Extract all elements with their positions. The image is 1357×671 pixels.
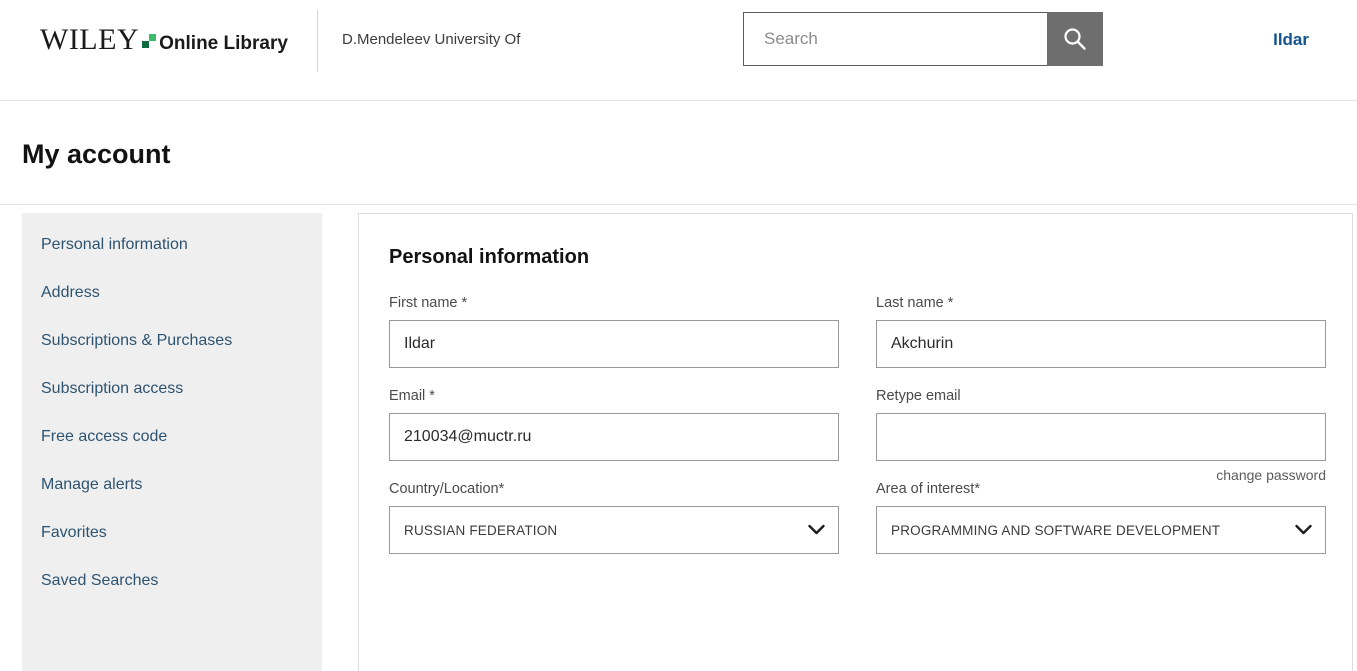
account-sidebar: Personal information Address Subscriptio…	[22, 213, 322, 671]
personal-information-panel: Personal information First name * Last n…	[358, 213, 1353, 671]
sidebar-item-favorites[interactable]: Favorites	[22, 523, 322, 543]
user-account-link[interactable]: Ildar	[1273, 30, 1309, 50]
page-title-band: My account	[0, 101, 1357, 205]
first-name-label: First name *	[389, 295, 468, 311]
sidebar-item-saved-searches[interactable]: Saved Searches	[22, 571, 322, 591]
area-of-interest-label: Area of interest*	[876, 481, 980, 497]
site-header: WILEY Online Library D.Mendeleev Univers…	[0, 0, 1357, 101]
logo-squares-icon	[142, 34, 157, 50]
area-of-interest-select-wrapper: PROGRAMMING AND SOFTWARE DEVELOPMENT	[876, 506, 1326, 554]
panel-title: Personal information	[389, 246, 590, 268]
last-name-label: Last name *	[876, 295, 954, 311]
sidebar-item-subscription-access[interactable]: Subscription access	[22, 379, 322, 399]
last-name-input[interactable]	[876, 320, 1326, 368]
country-field-group: Country/Location* RUSSIAN FEDERATION	[389, 481, 839, 554]
personal-information-form: First name * Last name * Email * Retype …	[389, 295, 1326, 574]
country-select[interactable]: RUSSIAN FEDERATION	[389, 506, 839, 554]
search-bar	[743, 12, 1103, 66]
sidebar-item-personal-information[interactable]: Personal information	[22, 235, 322, 255]
wiley-online-library-logo[interactable]: WILEY Online Library	[40, 25, 288, 55]
page-body: Personal information Address Subscriptio…	[0, 205, 1357, 671]
email-label: Email *	[389, 388, 435, 404]
search-icon	[1064, 28, 1086, 50]
logo-square-light	[149, 34, 157, 41]
last-name-field-group: Last name *	[876, 295, 1326, 368]
sidebar-item-free-access-code[interactable]: Free access code	[22, 427, 322, 447]
search-submit-button[interactable]	[1047, 12, 1103, 66]
logo-wordmark: WILEY	[40, 23, 140, 56]
email-input[interactable]	[389, 413, 839, 461]
email-field-group: Email *	[389, 388, 839, 461]
sidebar-item-subscriptions-purchases[interactable]: Subscriptions & Purchases	[22, 331, 322, 351]
first-name-input[interactable]	[389, 320, 839, 368]
search-input[interactable]	[744, 13, 1047, 65]
sidebar-item-address[interactable]: Address	[22, 283, 322, 303]
institution-name: D.Mendeleev University Of	[342, 31, 521, 48]
first-name-field-group: First name *	[389, 295, 839, 368]
country-label: Country/Location*	[389, 481, 505, 497]
logo-square-dark	[142, 41, 150, 48]
area-of-interest-field-group: Area of interest* PROGRAMMING AND SOFTWA…	[876, 481, 1326, 554]
country-select-wrapper: RUSSIAN FEDERATION	[389, 506, 839, 554]
retype-email-label: Retype email	[876, 388, 961, 404]
sidebar-item-manage-alerts[interactable]: Manage alerts	[22, 475, 322, 495]
retype-email-input[interactable]	[876, 413, 1326, 461]
area-of-interest-select[interactable]: PROGRAMMING AND SOFTWARE DEVELOPMENT	[876, 506, 1326, 554]
logo-subtitle: Online Library	[159, 33, 288, 54]
header-divider	[317, 10, 318, 72]
retype-email-field-group: Retype email change password	[876, 388, 1326, 483]
page-title: My account	[22, 139, 171, 169]
